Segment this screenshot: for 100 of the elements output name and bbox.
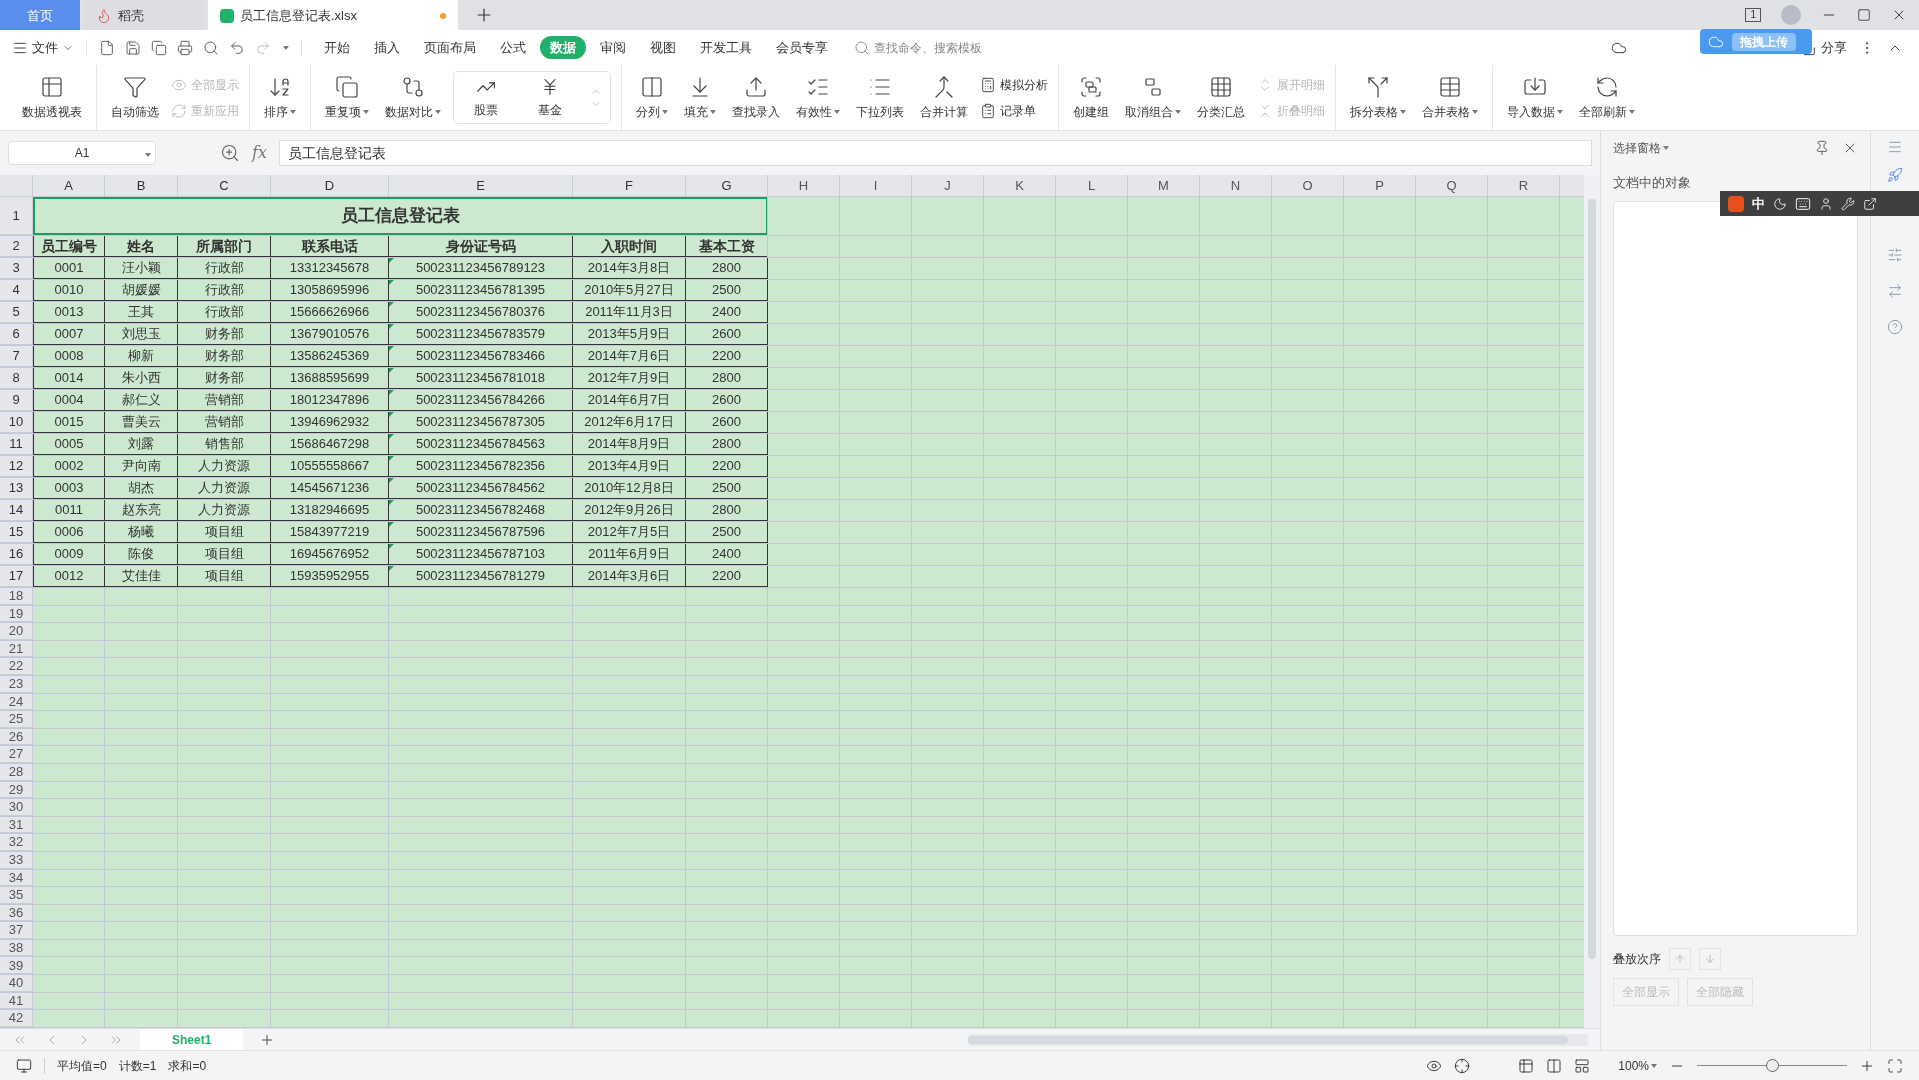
gallery-item[interactable]: 基金 (526, 72, 574, 123)
column-header[interactable]: C (178, 175, 271, 196)
row-header[interactable]: 5 (0, 302, 33, 323)
column-header[interactable]: Q (1416, 175, 1488, 196)
window-count-badge[interactable]: 1 (1745, 8, 1761, 22)
column-header[interactable]: D (271, 175, 389, 196)
ribbon-button[interactable]: 合并计算 (916, 65, 972, 130)
print-icon[interactable] (177, 39, 193, 56)
crosshair-icon[interactable] (1454, 1057, 1471, 1074)
horizontal-scrollbar[interactable] (968, 1033, 1588, 1046)
ribbon-tab[interactable]: 插入 (364, 35, 410, 60)
pane-title[interactable]: 选择窗格 (1613, 139, 1669, 157)
row-header[interactable]: 1 (0, 197, 33, 235)
row-header[interactable]: 13 (0, 478, 33, 499)
help-icon[interactable] (1887, 319, 1903, 335)
row-header[interactable]: 20 (0, 623, 33, 640)
column-header[interactable]: M (1128, 175, 1200, 196)
row-header[interactable]: 32 (0, 834, 33, 851)
column-header[interactable]: E (389, 175, 573, 196)
gallery-item[interactable]: 股票 (462, 72, 510, 123)
restore-icon[interactable] (1857, 8, 1871, 22)
ribbon-button[interactable]: 查找录入 (728, 65, 784, 130)
rocket-icon[interactable] (1887, 167, 1903, 183)
ribbon-small-button[interactable]: 记录单 (980, 101, 1048, 120)
row-header[interactable]: 18 (0, 588, 33, 605)
ribbon-button[interactable]: 分类汇总 (1193, 65, 1249, 130)
row-header[interactable]: 25 (0, 711, 33, 728)
row-header[interactable]: 14 (0, 500, 33, 521)
swap-icon[interactable] (1887, 283, 1903, 299)
vertical-scrollbar[interactable] (1584, 175, 1600, 1028)
row-header[interactable]: 27 (0, 746, 33, 763)
zoom-level[interactable]: 100% (1618, 1056, 1657, 1075)
ribbon-button[interactable]: 拆分表格 (1346, 65, 1410, 130)
column-header[interactable]: B (105, 175, 178, 196)
row-header[interactable]: 15 (0, 522, 33, 543)
row-header[interactable]: 2 (0, 236, 33, 257)
ribbon-button[interactable]: 导入数据 (1503, 65, 1567, 130)
ribbon-tab[interactable]: 公式 (490, 35, 536, 60)
ribbon-tab[interactable]: 开始 (314, 35, 360, 60)
column-header[interactable]: I (840, 175, 912, 196)
column-header[interactable]: A (33, 175, 105, 196)
row-header[interactable]: 12 (0, 456, 33, 477)
ribbon-button[interactable]: 全部刷新 (1575, 65, 1639, 130)
ribbon-button[interactable]: 重复项 (321, 65, 373, 130)
user-icon[interactable] (1819, 196, 1833, 211)
title-cell[interactable]: 员工信息登记表 (33, 197, 768, 235)
row-header[interactable]: 22 (0, 658, 33, 675)
fx-label[interactable]: fx (252, 141, 267, 165)
keyboard-icon[interactable] (1795, 195, 1811, 212)
row-header[interactable]: 4 (0, 280, 33, 301)
row-header[interactable]: 39 (0, 957, 33, 975)
ribbon-tab[interactable]: 会员专享 (766, 35, 838, 60)
ribbon-button[interactable]: 自动筛选 (107, 65, 163, 130)
row-header[interactable]: 30 (0, 799, 33, 816)
column-header[interactable]: P (1344, 175, 1416, 196)
row-header[interactable]: 9 (0, 390, 33, 411)
column-header[interactable]: H (768, 175, 840, 196)
formula-field[interactable]: 员工信息登记表 (278, 140, 1592, 166)
column-header[interactable]: K (984, 175, 1056, 196)
ribbon-button[interactable]: 数据对比 (381, 65, 445, 130)
row-header[interactable]: 7 (0, 346, 33, 367)
ribbon-button[interactable]: 创建组 (1069, 65, 1113, 130)
ribbon-button[interactable]: 分列 (632, 65, 672, 130)
row-header[interactable]: 42 (0, 1010, 33, 1027)
ribbon-button[interactable]: 取消组合 (1121, 65, 1185, 130)
row-header[interactable]: 37 (0, 922, 33, 939)
row-header[interactable]: 6 (0, 324, 33, 345)
ribbon-tab[interactable]: 开发工具 (690, 35, 762, 60)
save-icon[interactable] (125, 39, 141, 56)
ribbon-button[interactable]: 下拉列表 (852, 65, 908, 130)
monitor-icon[interactable] (16, 1057, 32, 1074)
preview-icon[interactable] (203, 39, 219, 56)
row-header[interactable]: 11 (0, 434, 33, 455)
new-file-icon[interactable] (99, 39, 115, 56)
row-header[interactable]: 8 (0, 368, 33, 389)
ribbon-button[interactable]: 合并表格 (1418, 65, 1482, 130)
format-painter-icon[interactable] (151, 39, 167, 56)
ribbon-small-button[interactable]: 模拟分析 (980, 75, 1048, 94)
ribbon-tab[interactable]: 视图 (640, 35, 686, 60)
row-header[interactable]: 10 (0, 412, 33, 433)
column-header[interactable]: R (1488, 175, 1560, 196)
file-menu[interactable]: 文件 (12, 37, 82, 58)
column-header[interactable]: O (1272, 175, 1344, 196)
name-box[interactable]: A1 (8, 141, 156, 165)
command-search-field[interactable]: 查找命令、搜索模板 (874, 38, 1014, 57)
sliders-icon[interactable] (1887, 247, 1903, 263)
row-header[interactable]: 17 (0, 566, 33, 587)
column-header[interactable]: L (1056, 175, 1128, 196)
zoom-icon[interactable] (220, 143, 240, 163)
ribbon-button[interactable]: 填充 (680, 65, 720, 130)
input-mode[interactable]: 中 (1752, 193, 1765, 214)
row-header[interactable]: 40 (0, 975, 33, 992)
fullscreen-icon[interactable] (1887, 1057, 1903, 1074)
page-view-icon[interactable] (1546, 1057, 1563, 1074)
document-tab[interactable]: 员工信息登记表.xlsx (208, 0, 458, 30)
normal-view-icon[interactable] (1518, 1057, 1535, 1074)
moon-icon[interactable] (1773, 196, 1787, 211)
row-header[interactable]: 16 (0, 544, 33, 565)
external-link-icon[interactable] (1863, 196, 1877, 211)
column-header[interactable]: F (573, 175, 686, 196)
